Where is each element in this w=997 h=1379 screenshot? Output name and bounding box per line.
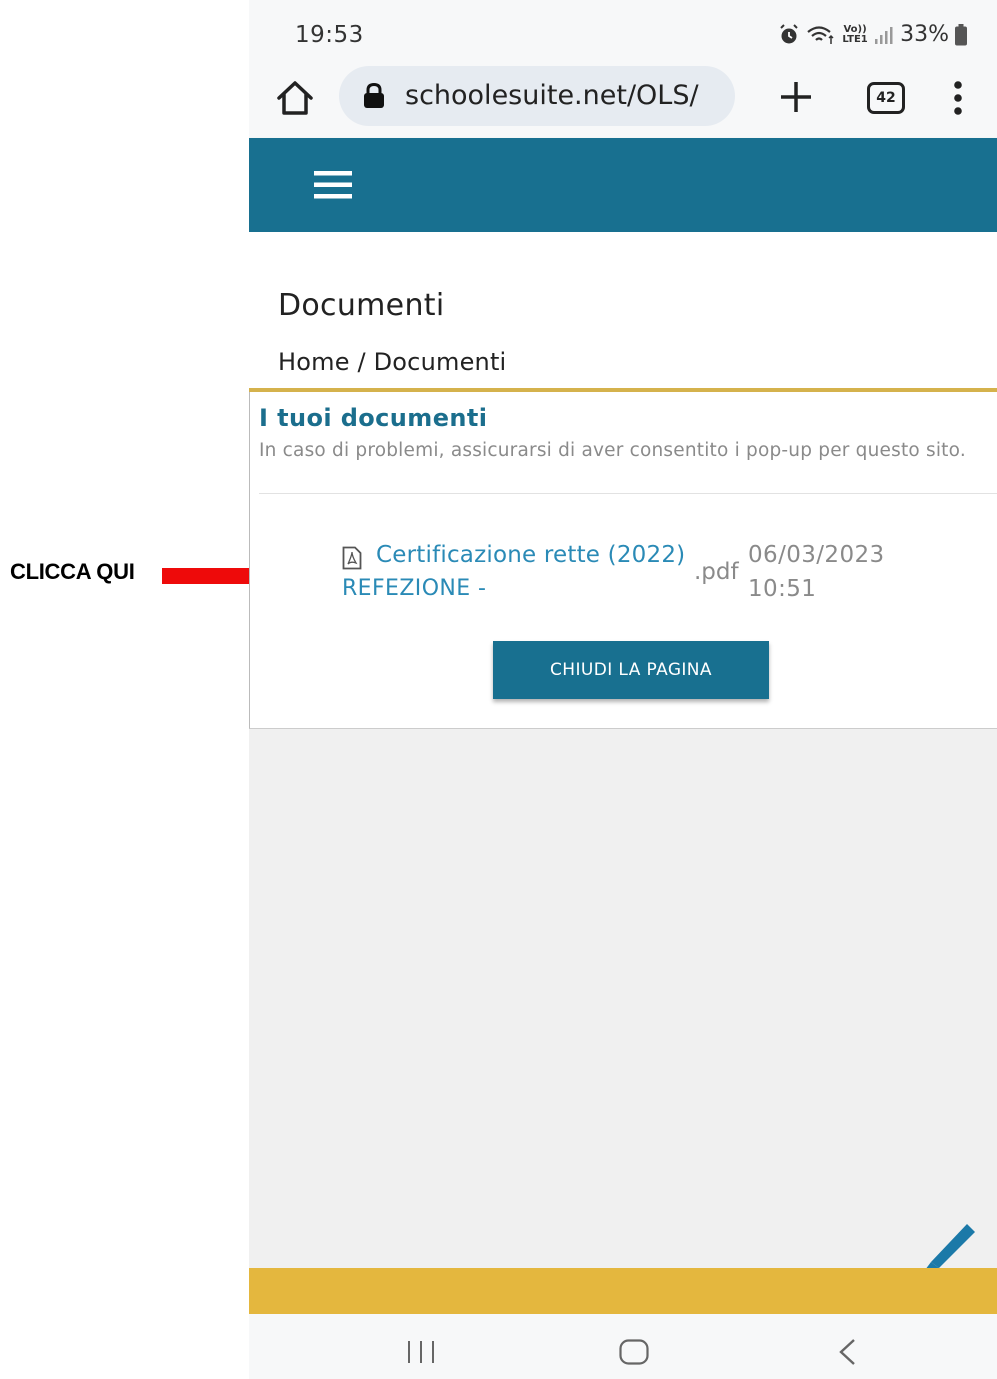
battery-percentage: 33%	[900, 22, 949, 47]
documents-description: In caso di problemi, assicurarsi di aver…	[259, 440, 966, 461]
tab-switcher-button[interactable]: 42	[867, 82, 905, 114]
home-icon[interactable]	[275, 78, 315, 118]
close-page-button[interactable]: CHIUDI LA PAGINA	[493, 641, 769, 699]
status-icons: Vo)) LTE1 33%	[778, 22, 967, 47]
address-bar[interactable]: schoolesuite.net/OLS/	[339, 66, 735, 126]
hamburger-menu-icon[interactable]	[314, 170, 352, 200]
footer-bar	[249, 1268, 997, 1314]
system-nav-bar	[249, 1314, 997, 1379]
document-extension: .pdf	[694, 559, 739, 585]
signal-icon	[875, 26, 893, 44]
pdf-file-icon	[342, 546, 362, 570]
wifi-icon	[807, 25, 834, 44]
more-menu-icon[interactable]	[951, 78, 965, 118]
pencil-icon[interactable]	[917, 1218, 977, 1270]
alarm-icon	[780, 23, 798, 43]
document-link[interactable]: Certificazione rette (2022)	[376, 542, 685, 568]
annotation-label: CLICCA QUI	[10, 559, 135, 584]
battery-icon	[955, 23, 967, 45]
card-divider	[259, 493, 997, 494]
lock-icon	[364, 83, 384, 108]
new-tab-icon[interactable]	[777, 78, 815, 116]
document-link-line2[interactable]: REFEZIONE -	[342, 576, 486, 601]
browser-toolbar: schoolesuite.net/OLS/ 42	[249, 60, 997, 138]
status-time: 19:53	[295, 22, 364, 48]
volte-lte-indicator: Vo)) LTE1	[842, 23, 868, 45]
document-row: Certificazione rette (2022) REFEZIONE - …	[342, 542, 982, 612]
breadcrumb[interactable]: Home / Documenti	[278, 348, 506, 376]
page-heading-section: Documenti Home / Documenti	[249, 232, 997, 388]
documents-heading: I tuoi documenti	[259, 404, 488, 432]
app-header	[249, 138, 997, 232]
back-icon[interactable]	[837, 1338, 857, 1366]
recent-apps-icon[interactable]	[407, 1340, 435, 1364]
document-date: 06/03/2023	[748, 542, 885, 568]
url-text[interactable]: schoolesuite.net/OLS/	[405, 80, 725, 111]
page-title: Documenti	[278, 288, 445, 323]
phone-screen: 19:53 Vo)) LTE1 33% schoolesuite.net/OLS…	[249, 0, 997, 1379]
status-bar: 19:53 Vo)) LTE1 33%	[249, 0, 997, 60]
system-home-icon[interactable]	[619, 1339, 649, 1365]
document-time: 10:51	[748, 576, 817, 602]
documents-card: I tuoi documenti In caso di problemi, as…	[249, 392, 997, 729]
